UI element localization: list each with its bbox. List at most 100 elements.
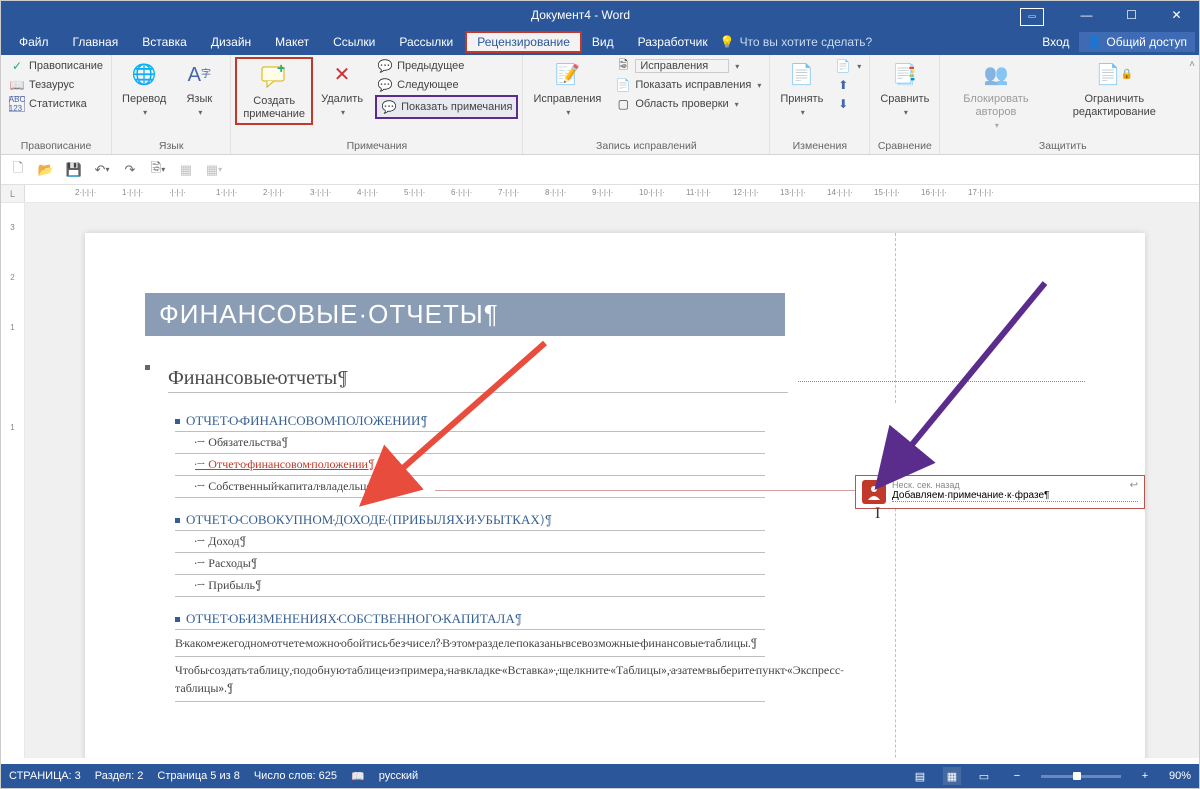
tell-me-box[interactable]: 💡Что вы хотите сделать? — [720, 35, 873, 49]
tab-view[interactable]: Вид — [580, 31, 626, 53]
status-pageof[interactable]: Страница 5 из 8 — [157, 770, 239, 782]
compare-button[interactable]: 📑Сравнить — [876, 57, 933, 121]
statusbar: СТРАНИЦА: 3 Раздел: 2 Страница 5 из 8 Чи… — [1, 764, 1199, 788]
doc-row[interactable]: ·→ Прибыль¶ — [175, 574, 765, 597]
accept-button[interactable]: 📄Принять — [776, 57, 827, 121]
language-button[interactable]: A字Язык — [174, 57, 224, 121]
display-icon: 🗟 — [615, 58, 631, 74]
quick-access-toolbar: 🗋 📂 💾 ↶▾ ↷ 🗟▾ ▦ ▦▾ — [1, 155, 1199, 185]
reject-button[interactable]: 📄 — [833, 57, 863, 75]
web-layout-button[interactable]: ▭ — [975, 767, 993, 785]
doc-row[interactable]: ·→ Доход¶ — [175, 530, 765, 552]
tab-selector[interactable]: L — [1, 185, 25, 202]
thesaurus-button[interactable]: 📖Тезаурус — [7, 76, 105, 94]
group-protect: 👥Блокировать авторов 📄🔒Ограничить редакт… — [940, 55, 1185, 154]
translate-button[interactable]: 🌐Перевод — [118, 57, 170, 121]
zoom-slider[interactable] — [1041, 775, 1121, 778]
next-comment-button[interactable]: 💬Следующее — [375, 76, 518, 94]
tab-home[interactable]: Главная — [61, 31, 131, 53]
undo-button[interactable]: ↶▾ — [93, 161, 111, 179]
block-authors-button[interactable]: 👥Блокировать авторов — [946, 57, 1045, 135]
close-button[interactable]: ✕ — [1154, 1, 1199, 29]
group-label: Запись исправлений — [529, 138, 763, 154]
vertical-ruler[interactable]: 3211 — [1, 203, 25, 758]
doc-paragraph[interactable]: В·каком·ежегодном·отчете·можно·обойтись·… — [175, 629, 765, 656]
redo-button[interactable]: ↷ — [121, 161, 139, 179]
section-heading[interactable]: ОТЧЕТ·О·СОВОКУПНОМ·ДОХОДЕ·(ПРИБЫЛЯХ·И·УБ… — [175, 512, 765, 528]
group-label: Язык — [118, 138, 224, 154]
reviewing-pane-button[interactable]: ▢Область проверки — [613, 95, 763, 113]
minimize-button[interactable]: — — [1064, 1, 1109, 29]
stats-button[interactable]: ABC123Статистика — [7, 95, 105, 113]
prev-change-button[interactable]: ⬆ — [833, 76, 863, 94]
track-changes-button[interactable]: 📝Исправления — [529, 57, 605, 121]
collapse-ribbon-icon[interactable]: ˄ — [1189, 59, 1195, 70]
show-comments-button[interactable]: 💬Показать примечания — [375, 95, 518, 119]
section-heading[interactable]: ОТЧЕТ·ОБ·ИЗМЕНЕНИЯХ·СОБСТВЕННОГО·КАПИТАЛ… — [175, 611, 765, 627]
thesaurus-icon: 📖 — [9, 77, 25, 93]
doc-title[interactable]: ФИНАНСОВЫЕ·ОТЧЕТЫ¶ — [145, 293, 785, 336]
comment-text[interactable]: Добавляем·примечание·к·фразе¶ — [892, 490, 1138, 502]
ribbon-display-btn[interactable]: ▭ — [1020, 8, 1044, 26]
doc-heading[interactable]: Финансовые·отчеты¶ — [168, 366, 788, 393]
print-layout-button[interactable]: ▦ — [943, 767, 961, 785]
display-dropdown[interactable]: 🗟Исправления — [613, 57, 763, 75]
status-page[interactable]: СТРАНИЦА: 3 — [9, 770, 81, 782]
status-words[interactable]: Число слов: 625 — [254, 770, 337, 782]
save-button[interactable]: 💾 — [65, 161, 83, 179]
restrict-edit-button[interactable]: 📄🔒Ограничить редактирование — [1049, 57, 1179, 121]
style3-button[interactable]: ▦▾ — [205, 161, 223, 179]
next-change-button[interactable]: ⬇ — [833, 95, 863, 113]
style-button[interactable]: 🗟▾ — [149, 161, 167, 179]
tab-review[interactable]: Рецензирование — [465, 31, 582, 53]
horizontal-ruler[interactable]: L 2·|·|·|·1·|·|·|··|·|·|·1·|·|·|·2·|·|·|… — [1, 185, 1199, 203]
doc-row[interactable]: ·→ Обязательства¶ — [175, 431, 765, 453]
page: ФИНАНСОВЫЕ·ОТЧЕТЫ¶ Финансовые·отчеты¶ ОТ… — [85, 233, 1145, 758]
status-language[interactable]: русский — [379, 770, 418, 782]
window-title: Документ4 - Word — [141, 8, 1020, 22]
pane-icon: ▢ — [615, 96, 631, 112]
style2-button[interactable]: ▦ — [177, 161, 195, 179]
open-button[interactable]: 📂 — [37, 161, 55, 179]
doc-paragraph[interactable]: Чтобы·создать·таблицу,·подобную·таблице·… — [175, 656, 765, 702]
doc-row[interactable]: ·→ Собственный·капитал·владельцев¶ — [175, 475, 765, 498]
stats-icon: ABC123 — [9, 96, 25, 112]
zoom-level[interactable]: 90% — [1169, 770, 1191, 782]
zoom-out-button[interactable]: − — [1007, 770, 1027, 782]
reply-icon[interactable]: ↩ — [1130, 480, 1138, 491]
ribbon-tabs: Файл Главная Вставка Дизайн Макет Ссылки… — [1, 29, 1199, 55]
maximize-button[interactable]: ☐ — [1109, 1, 1154, 29]
tab-developer[interactable]: Разработчик — [626, 31, 720, 53]
markup-icon: 📄 — [615, 77, 631, 93]
comment-timestamp: Неск. сек. назад — [892, 480, 1138, 490]
show-markup-button[interactable]: 📄Показать исправления — [613, 76, 763, 94]
tab-insert[interactable]: Вставка — [130, 31, 199, 53]
doc-row[interactable]: ·→ Расходы¶ — [175, 552, 765, 574]
show-comments-icon: 💬 — [381, 99, 397, 115]
bulb-icon: 💡 — [720, 35, 735, 49]
prev-icon: 💬 — [377, 58, 393, 74]
prev-comment-button[interactable]: 💬Предыдущее — [375, 57, 518, 75]
comment-balloon[interactable]: Неск. сек. назад Добавляем·примечание·к·… — [855, 475, 1145, 509]
tab-layout[interactable]: Макет — [263, 31, 321, 53]
tab-references[interactable]: Ссылки — [321, 31, 387, 53]
zoom-in-button[interactable]: + — [1135, 770, 1155, 782]
section-heading[interactable]: ОТЧЕТ·О·ФИНАНСОВОМ·ПОЛОЖЕНИИ¶ — [175, 413, 765, 429]
group-label: Защитить — [946, 138, 1179, 154]
tab-design[interactable]: Дизайн — [199, 31, 263, 53]
doc-row-highlighted[interactable]: ·→ Отчет·о·финансовом·положении¶ — [175, 453, 765, 475]
delete-comment-button[interactable]: ✕Удалить — [317, 57, 367, 121]
proof-icon[interactable]: 📖 — [351, 770, 365, 783]
spelling-button[interactable]: ✓Правописание — [7, 57, 105, 75]
status-section[interactable]: Раздел: 2 — [95, 770, 144, 782]
tab-mailings[interactable]: Рассылки — [387, 31, 465, 53]
next-icon: 💬 — [377, 77, 393, 93]
new-comment-button[interactable]: +Создать примечание — [235, 57, 313, 125]
tab-file[interactable]: Файл — [7, 31, 61, 53]
group-changes: 📄Принять 📄 ⬆ ⬇ Изменения — [770, 55, 870, 154]
read-mode-button[interactable]: ▤ — [911, 767, 929, 785]
new-doc-button[interactable]: 🗋 — [9, 161, 27, 179]
accept-icon: 📄 — [786, 59, 818, 91]
share-button[interactable]: 👤Общий доступ — [1079, 32, 1195, 52]
signin-button[interactable]: Вход — [1032, 31, 1079, 53]
